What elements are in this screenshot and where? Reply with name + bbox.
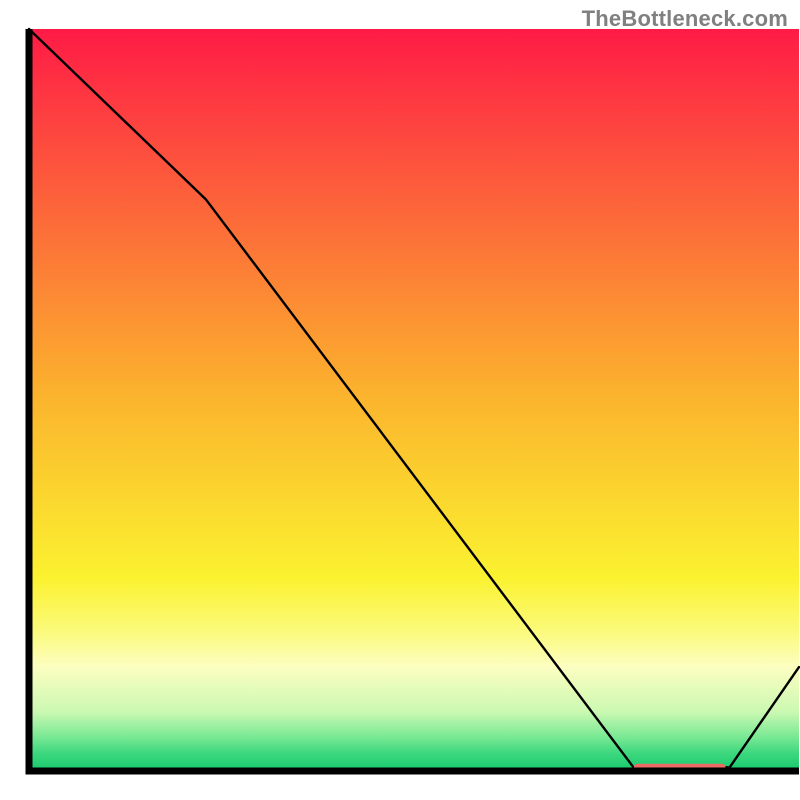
bottleneck-chart: TheBottleneck.com (0, 0, 800, 800)
chart-plot-area (29, 29, 799, 771)
attribution-label: TheBottleneck.com (582, 6, 788, 32)
chart-svg (0, 0, 800, 800)
